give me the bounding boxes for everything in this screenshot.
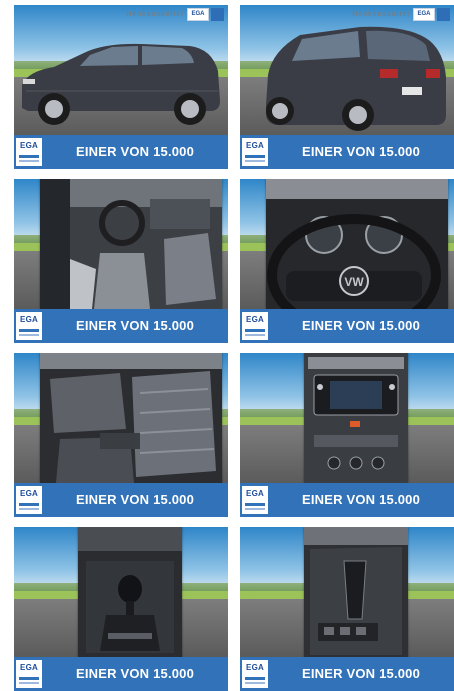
dealer-logo: EGA <box>187 7 209 21</box>
gear-shifter-image <box>78 527 182 653</box>
driver-seat-image <box>40 353 222 483</box>
gallery-tile-interior-front[interactable]: EGA EINER VON 15.000 <box>14 179 228 343</box>
door-image <box>304 527 408 657</box>
gallery-tile-center-console[interactable]: EGA EINER VON 15.000 <box>240 353 454 517</box>
ega-logo-text: EGA <box>20 141 38 150</box>
ega-logo-text: EGA <box>20 663 38 672</box>
steering-image: VW <box>266 179 448 309</box>
tile-photo <box>14 353 228 483</box>
tile-footer: EGA EINER VON 15.000 <box>14 483 228 517</box>
seat-image <box>40 353 222 483</box>
tile-caption: EINER VON 15.000 <box>301 318 421 333</box>
tile-photo <box>240 353 454 483</box>
console-image <box>304 353 408 483</box>
tile-caption: EINER VON 15.000 <box>75 318 195 333</box>
steering-wheel-image: VW <box>266 179 448 309</box>
ega-logo-text: EGA <box>246 141 264 150</box>
tile-photo <box>240 5 454 135</box>
shifter-image <box>78 527 182 657</box>
tile-photo <box>14 5 228 135</box>
photo-gallery: Henkensbüttel EGA EGA EINER VON 15.000 H… <box>0 0 454 691</box>
tile-caption: EINER VON 15.000 <box>75 666 195 681</box>
tile-footer: EGA EINER VON 15.000 <box>240 309 454 343</box>
ega-logo: EGA <box>242 486 268 514</box>
svg-text:VW: VW <box>344 275 364 289</box>
tile-caption: EINER VON 15.000 <box>75 144 195 159</box>
ega-logo-text: EGA <box>20 489 38 498</box>
dealer-secondary-logo <box>211 7 224 21</box>
dealer-name: Henkensbüttel <box>352 10 410 18</box>
gallery-tile-driver-seat[interactable]: EGA EINER VON 15.000 <box>14 353 228 517</box>
interior-front-seats-image <box>40 179 222 309</box>
gallery-tile-gear-shifter[interactable]: EGA EINER VON 15.000 <box>14 527 228 691</box>
ega-logo: EGA <box>16 138 42 166</box>
gallery-tile-exterior-rear[interactable]: Henkensbüttel EGA EGA EINER VON 15.000 <box>240 5 454 169</box>
tile-photo: VW <box>240 179 454 309</box>
tile-caption: EINER VON 15.000 <box>301 666 421 681</box>
dealer-watermark: Henkensbüttel EGA <box>126 7 224 21</box>
tile-caption: EINER VON 15.000 <box>75 492 195 507</box>
dealer-name: Henkensbüttel <box>126 10 184 18</box>
center-console-image <box>308 357 404 470</box>
interior-image <box>40 179 222 309</box>
tile-footer: EGA EINER VON 15.000 <box>240 657 454 691</box>
ega-logo: EGA <box>242 312 268 340</box>
car-rear-image <box>266 26 446 131</box>
ega-logo-text: EGA <box>20 315 38 324</box>
tile-footer: EGA EINER VON 15.000 <box>14 309 228 343</box>
tile-photo <box>14 527 228 657</box>
tile-caption: EINER VON 15.000 <box>301 144 421 159</box>
ega-logo: EGA <box>242 138 268 166</box>
tile-photo <box>240 527 454 657</box>
gallery-tile-door-panel[interactable]: EGA EINER VON 15.000 <box>240 527 454 691</box>
ega-logo: EGA <box>16 312 42 340</box>
tile-footer: EGA EINER VON 15.000 <box>240 135 454 169</box>
ega-logo: EGA <box>16 486 42 514</box>
dealer-secondary-logo <box>437 7 450 21</box>
gallery-tile-exterior-side[interactable]: Henkensbüttel EGA EGA EINER VON 15.000 <box>14 5 228 169</box>
dealer-logo: EGA <box>413 7 435 21</box>
ega-logo-text: EGA <box>246 489 264 498</box>
tile-footer: EGA EINER VON 15.000 <box>14 135 228 169</box>
tile-footer: EGA EINER VON 15.000 <box>14 657 228 691</box>
tile-caption: EINER VON 15.000 <box>301 492 421 507</box>
ega-logo: EGA <box>16 660 42 688</box>
ega-logo-text: EGA <box>246 663 264 672</box>
ega-logo: EGA <box>242 660 268 688</box>
gallery-tile-steering-wheel[interactable]: VW EGA EINER VON 15.000 <box>240 179 454 343</box>
dealer-watermark: Henkensbüttel EGA <box>352 7 450 21</box>
tile-footer: EGA EINER VON 15.000 <box>240 483 454 517</box>
car-side-image <box>22 43 220 125</box>
door-panel-image <box>304 527 408 655</box>
tile-photo <box>14 179 228 309</box>
ega-logo-text: EGA <box>246 315 264 324</box>
